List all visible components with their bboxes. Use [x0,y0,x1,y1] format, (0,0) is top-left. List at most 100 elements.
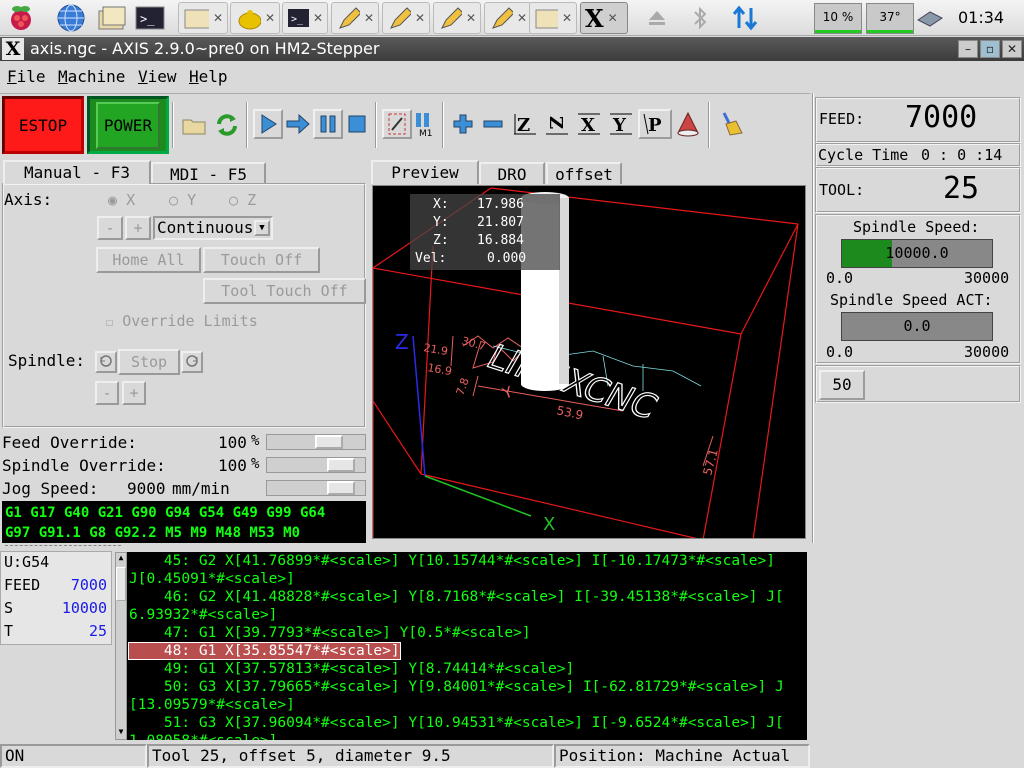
step-button[interactable] [283,109,313,139]
browser-globe-icon[interactable] [56,3,86,33]
jog-minus-button[interactable]: - [97,216,123,240]
minimize-button[interactable]: – [958,40,978,58]
button-50[interactable]: 50 [819,370,865,400]
stop-square-icon [348,115,366,133]
code-line[interactable]: 49: G1 X[37.57813*#<scale>] Y[8.74414*#<… [127,660,807,678]
home-all-button[interactable]: Home All [96,247,201,273]
app-x-icon[interactable]: X [2,38,24,60]
dro-x-label: X: [433,197,449,212]
spindle-minus-button[interactable]: - [95,381,119,405]
run-program-button[interactable] [253,109,283,139]
code-line[interactable]: 1.08058*#<scale>] [127,732,807,740]
tab-preview[interactable]: Preview [371,160,479,184]
clear-plot-button[interactable] [716,109,746,139]
jog-plus-button[interactable]: + [125,216,151,240]
estop-button[interactable]: ESTOP [2,96,84,154]
code-line[interactable]: 47: G1 X[39.7793*#<scale>] Y[0.5*#<scale… [127,624,807,642]
jog-mode-select[interactable]: Continuous ▼ [153,216,273,240]
clock[interactable]: 01:34 [958,8,1004,27]
taskbar-terminal-window[interactable]: >_ ✕ [282,2,328,34]
taskbar-editor-window-2[interactable]: ✕ [382,2,430,34]
scroll-thumb[interactable] [116,567,126,601]
tab-dro[interactable]: DRO [479,162,545,184]
tab-manual[interactable]: Manual - F3 [3,160,151,184]
spindle-ccw-icon [100,355,112,367]
minus-icon [483,120,503,128]
open-file-icon[interactable] [179,110,209,140]
stop-program-button[interactable] [342,109,372,139]
view-perspective-button[interactable]: P [638,109,672,139]
view-x-button[interactable]: X [574,109,604,139]
scroll-down-arrow-icon[interactable]: ▼ [116,727,126,739]
power-button[interactable]: POWER [87,96,169,154]
taskbar-axis-window[interactable]: X ✕ [580,2,628,34]
cycle-time-value: 0 : 0 :14 [921,146,1003,164]
file-manager-icon[interactable] [96,3,128,33]
close-window-button[interactable]: ✕ [1002,40,1022,58]
menu-help[interactable]: Help [189,67,228,86]
rotate-view-button[interactable] [673,109,703,139]
block-delete-icon [388,113,406,135]
spindle-override-thumb[interactable] [327,458,355,472]
spindle-cw-button[interactable] [181,351,203,373]
code-line[interactable]: [13.09579*#<scale>] [127,696,807,714]
raspberry-menu-icon[interactable] [6,3,36,33]
zoom-in-button[interactable] [448,109,478,139]
feed-override-label: Feed Override: [2,433,137,452]
maximize-button[interactable]: ▫ [980,40,1000,58]
menu-view[interactable]: View [138,67,177,86]
code-line[interactable]: 51: G3 X[37.96094*#<scale>] Y[10.94531*#… [127,714,807,732]
taskbar-editor-window-3[interactable]: ✕ [433,2,481,34]
tool-touch-off-button[interactable]: Tool Touch Off [203,278,366,304]
reload-icon[interactable] [212,110,242,140]
code-line[interactable]: 45: G2 X[41.76899*#<scale>] Y[10.15744*#… [127,552,807,570]
code-line[interactable]: 48: G1 X[35.85547*#<scale>] [127,642,807,660]
eject-icon[interactable] [646,8,668,28]
menu-machine[interactable]: Machine [58,67,125,86]
taskbar-folder-window-2[interactable]: ✕ [529,2,577,34]
spindle-act-max-label: 30000 [964,343,1010,361]
tab-mdi[interactable]: MDI - F5 [151,162,266,184]
code-line[interactable]: J[0.45091*#<scale>] [127,570,807,588]
code-line[interactable]: 46: G2 X[41.48828*#<scale>] Y[8.7168*#<s… [127,588,807,606]
window-titlebar[interactable]: X axis.ngc - AXIS 2.9.0~pre0 on HM2-Step… [0,37,1024,61]
axis-x-radio[interactable]: ◉ X [108,191,135,209]
code-line[interactable]: 50: G3 X[37.79665*#<scale>] Y[9.84001*#<… [127,678,807,696]
code-line[interactable]: 6.93932*#<scale>] [127,606,807,624]
terminal-icon[interactable]: >_ [134,3,166,33]
jog-speed-thumb[interactable] [327,481,355,495]
pause-button[interactable] [313,109,343,139]
spindle-plus-button[interactable]: + [122,381,146,405]
bluetooth-icon[interactable] [690,4,710,32]
machine-state: ON [0,744,147,768]
feed-override-slider[interactable] [266,434,366,450]
block-delete-button[interactable] [382,109,412,139]
taskbar-folder-window[interactable]: ✕ [178,2,228,34]
code-scrollbar[interactable]: ▲ ▼ [115,552,127,740]
touch-off-button[interactable]: Touch Off [203,247,320,273]
spindle-override-slider[interactable] [266,457,366,473]
jog-speed-slider[interactable] [266,480,366,496]
spindle-ccw-button[interactable] [95,351,117,373]
zoom-out-button[interactable] [478,109,508,139]
feed-override-value: 100 [218,433,247,452]
override-limits-checkbox[interactable]: ☐ Override Limits [106,312,258,330]
view-y-button[interactable]: Y [606,109,636,139]
view-z-button[interactable]: Z [510,109,540,139]
taskbar-editor-window-1[interactable]: ✕ [331,2,379,34]
cycle-time-label: Cycle Time [818,146,909,164]
optional-stop-button[interactable]: M1 [410,109,440,139]
gcode-listing[interactable]: 45: G2 X[41.76899*#<scale>] Y[10.15744*#… [127,552,807,740]
spindle-stop-button[interactable]: Stop [118,349,180,375]
tab-offset[interactable]: offset [546,162,622,184]
taskbar-teapot-window[interactable]: ✕ [230,2,280,34]
network-transfer-icon[interactable] [730,4,760,32]
preview-3d-canvas[interactable]: Z X 53.9 57.1 21.9 16.9 30.7 7.8 Y LINUX… [372,185,806,539]
menu-file[interactable]: File [7,67,46,86]
taskbar-editor-window-4[interactable]: ✕ [484,2,532,34]
view-z2-button[interactable]: Z [542,109,572,139]
feed-override-thumb[interactable] [315,435,343,449]
scroll-up-arrow-icon[interactable]: ▲ [116,553,126,565]
axis-y-radio[interactable]: ○ Y [169,191,196,209]
axis-z-radio[interactable]: ○ Z [229,191,256,209]
